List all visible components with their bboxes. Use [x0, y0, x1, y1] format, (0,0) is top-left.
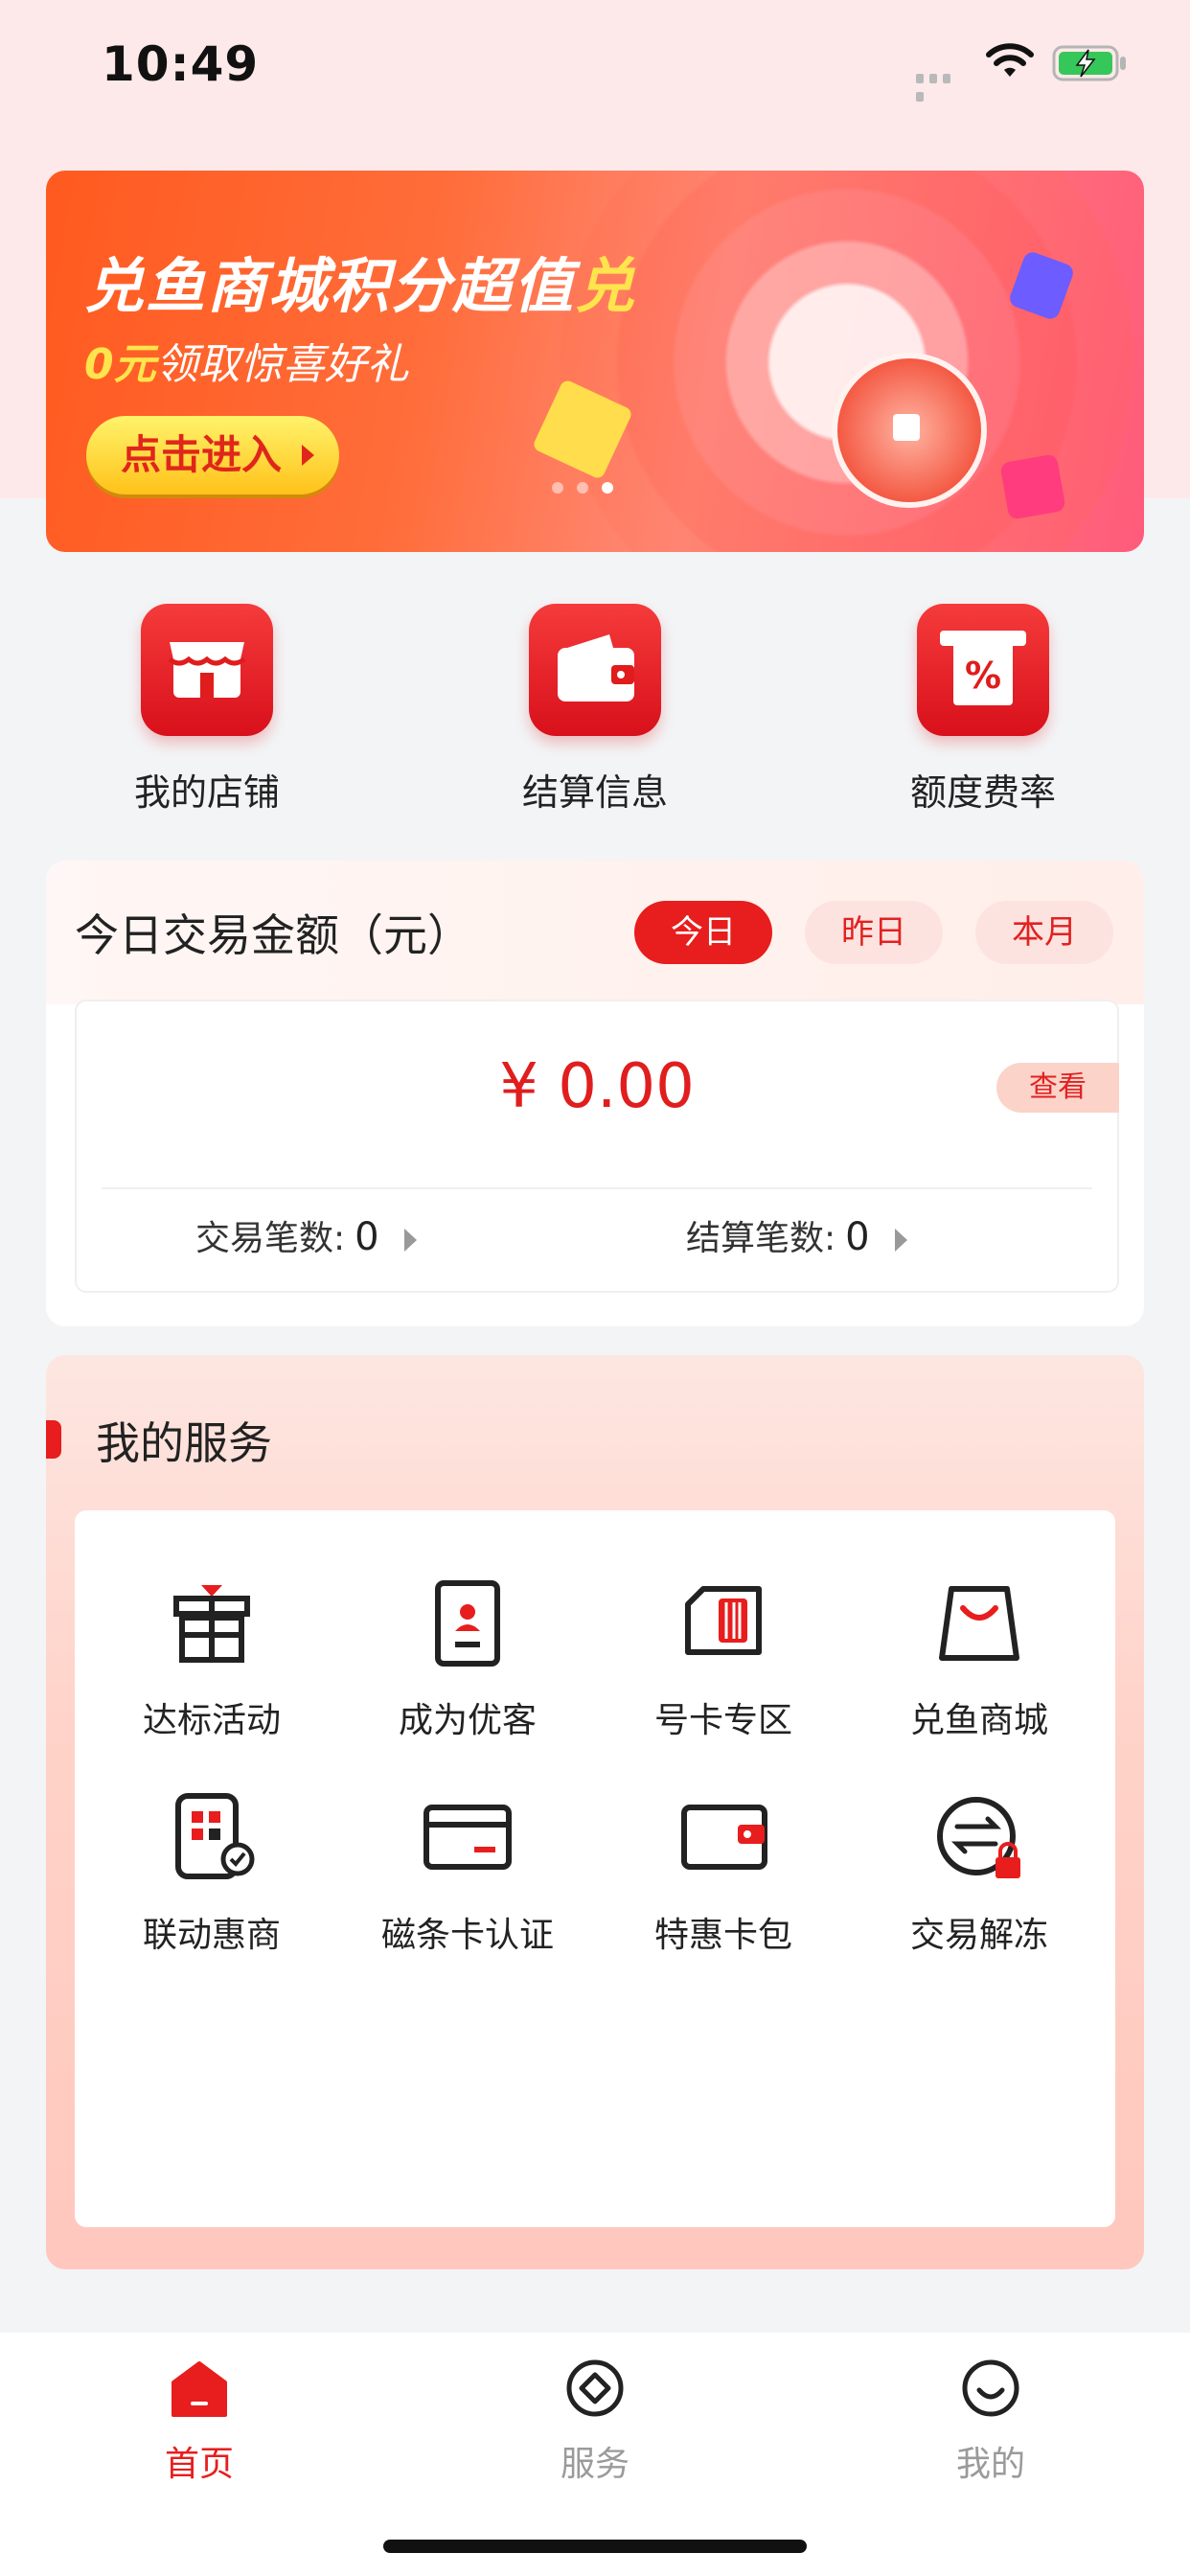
- tab-label: 服务: [560, 2445, 629, 2484]
- quick-action-rate[interactable]: % 额度费率: [868, 604, 1098, 816]
- service-icon: [566, 2359, 624, 2417]
- banner-enter-button[interactable]: 点击进入: [86, 416, 339, 494]
- status-bar: 10:49: [0, 0, 1190, 125]
- percent-receipt-icon: %: [917, 604, 1049, 736]
- chevron-right-icon: [894, 1229, 907, 1252]
- tab-profile[interactable]: 我的: [866, 2354, 1115, 2486]
- tab-service[interactable]: 服务: [470, 2354, 720, 2486]
- wallet-icon: [529, 604, 661, 736]
- qr-check-icon: [159, 1784, 264, 1890]
- play-arrow-icon: [302, 445, 314, 466]
- unlock-exchange-icon: [927, 1784, 1032, 1890]
- service-item[interactable]: 磁条卡认证: [348, 1784, 587, 1957]
- banner-subtitle: 0元领取惊喜好礼: [84, 340, 409, 389]
- id-card-icon: [415, 1570, 520, 1675]
- service-item[interactable]: 兑鱼商城: [859, 1570, 1099, 1742]
- quick-action-settlement[interactable]: 结算信息: [480, 604, 710, 816]
- status-time: 10:49: [102, 36, 260, 92]
- service-item[interactable]: 交易解冻: [859, 1784, 1099, 1957]
- wifi-icon: [986, 43, 1034, 77]
- service-label: 特惠卡包: [653, 1916, 792, 1955]
- settle-count-value: 0: [845, 1215, 870, 1259]
- banner-coin-decoration: [832, 353, 987, 508]
- tab-label: 首页: [164, 2445, 234, 2484]
- section-accent-bar: [46, 1420, 61, 1459]
- service-item[interactable]: 号卡专区: [604, 1570, 843, 1742]
- transaction-summary-card: 今日交易金额（元） 今日 昨日 本月 ¥ 0.00 查看 交易笔数: 0 结算笔数…: [46, 861, 1144, 1326]
- service-label: 交易解冻: [909, 1916, 1048, 1955]
- store-icon: [141, 604, 273, 736]
- trade-count-value: 0: [355, 1215, 379, 1259]
- chevron-right-icon: [403, 1229, 417, 1252]
- services-title: 我的服务: [96, 1417, 272, 1469]
- service-label: 兑鱼商城: [909, 1701, 1048, 1740]
- promo-banner[interactable]: 兑鱼商城积分超值兑 0元领取惊喜好礼 点击进入: [46, 171, 1144, 552]
- service-item[interactable]: 联动惠商: [92, 1784, 332, 1957]
- sim-card-icon: [671, 1570, 776, 1675]
- cellular-signal-icon: [916, 69, 968, 102]
- card-wallet-icon: [671, 1784, 776, 1890]
- bank-card-icon: [415, 1784, 520, 1890]
- svg-text:%: %: [965, 655, 1001, 697]
- profile-icon: [962, 2359, 1019, 2417]
- settle-count-label: 结算笔数:: [686, 1219, 836, 1258]
- transaction-title: 今日交易金额（元）: [75, 909, 471, 961]
- shopping-bag-icon: [927, 1570, 1032, 1675]
- transaction-amount: ¥ 0.00: [499, 1051, 695, 1122]
- service-item[interactable]: 特惠卡包: [604, 1784, 843, 1957]
- quick-action-label: 我的店铺: [133, 771, 280, 814]
- period-tab-today[interactable]: 今日: [634, 901, 772, 964]
- home-icon: [172, 2361, 227, 2417]
- service-label: 联动惠商: [142, 1916, 281, 1955]
- quick-action-label: 结算信息: [521, 771, 668, 814]
- banner-title: 兑鱼商城积分超值兑: [84, 251, 637, 321]
- banner-wallet-decoration: [999, 453, 1066, 520]
- tab-home[interactable]: 首页: [75, 2354, 324, 2486]
- period-tab-month[interactable]: 本月: [975, 901, 1113, 964]
- quick-action-store[interactable]: 我的店铺: [92, 604, 322, 816]
- trade-count-label: 交易笔数:: [195, 1219, 346, 1258]
- home-indicator: [383, 2540, 807, 2553]
- quick-action-label: 额度费率: [909, 771, 1056, 814]
- service-label: 达标活动: [142, 1701, 281, 1740]
- service-item[interactable]: 达标活动: [92, 1570, 332, 1742]
- period-tab-yesterday[interactable]: 昨日: [805, 901, 943, 964]
- service-item[interactable]: 成为优客: [348, 1570, 587, 1742]
- service-label: 号卡专区: [653, 1701, 792, 1740]
- services-grid: 达标活动 成为优客 号卡专区 兑鱼商城 联动惠商 磁条卡认证 特惠卡包 交易解冻: [75, 1510, 1115, 2227]
- trade-count-link[interactable]: 交易笔数: 0: [195, 1210, 417, 1260]
- tab-label: 我的: [955, 2445, 1025, 2484]
- service-label: 磁条卡认证: [380, 1916, 554, 1955]
- banner-pagination: [552, 479, 627, 497]
- divider: [102, 1187, 1092, 1189]
- my-services-card: 我的服务 达标活动 成为优客 号卡专区 兑鱼商城 联动惠商 磁条卡认证 特惠卡包…: [46, 1355, 1144, 2269]
- transaction-amount-panel: ¥ 0.00 查看 交易笔数: 0 结算笔数: 0: [75, 1000, 1119, 1293]
- view-details-button[interactable]: 查看: [996, 1063, 1119, 1113]
- service-label: 成为优客: [398, 1701, 537, 1740]
- battery-charging-icon: [1052, 45, 1126, 81]
- settle-count-link[interactable]: 结算笔数: 0: [686, 1210, 907, 1260]
- gift-icon: [159, 1570, 264, 1675]
